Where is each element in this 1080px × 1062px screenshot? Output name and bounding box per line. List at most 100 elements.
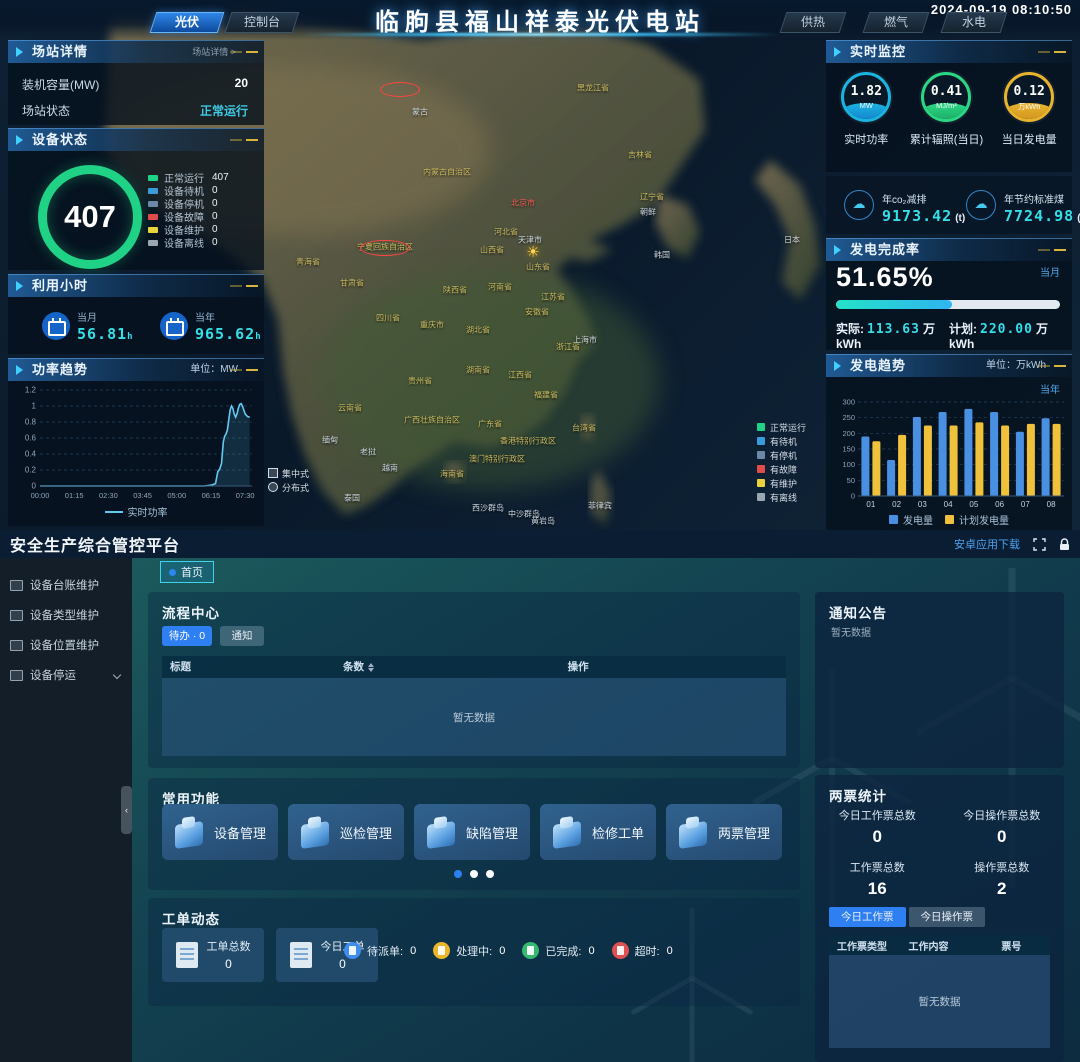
- utilization-hours-panel: 利用小时 当月 56.81h 当年 965.62h: [8, 274, 264, 354]
- tab-gas[interactable]: 燃气: [863, 12, 930, 33]
- function-tiles: 设备管理 巡检管理 缺陷管理 检修工单 两票管理: [162, 804, 782, 860]
- power-trend-chart: 00.20.40.60.811.200:0001:1502:3003:4505:…: [14, 384, 258, 502]
- panel-title: 利用小时: [32, 275, 88, 297]
- tile-maintenance-order[interactable]: 检修工单: [540, 804, 656, 860]
- map-province-label: 越南: [382, 463, 398, 474]
- work-order-total-tile[interactable]: 工单总数0: [162, 928, 264, 982]
- capacity-row: 装机容量(MW) 20: [22, 76, 248, 93]
- status-completed: 已完成:0: [522, 942, 594, 959]
- function-3d-icon: [300, 817, 330, 847]
- map-legend-item: 正常运行: [757, 420, 806, 434]
- status-dot-icon: [344, 942, 361, 959]
- calendar-icon: [42, 312, 70, 340]
- tab-console[interactable]: 控制台: [225, 12, 300, 33]
- generation-legend-label: 发电量: [903, 512, 933, 527]
- panel-title: 发电完成率: [850, 239, 920, 261]
- notice-card: 通知公告 暂无数据: [815, 592, 1064, 768]
- svg-text:07: 07: [1021, 500, 1030, 509]
- tile-two-tickets[interactable]: 两票管理: [666, 804, 782, 860]
- sidebar-item-device-ledger[interactable]: 设备台账维护: [0, 570, 132, 600]
- tile-defect-management[interactable]: 缺陷管理: [414, 804, 530, 860]
- carousel-dot[interactable]: [486, 870, 494, 878]
- completion-rate-panel: 发电完成率 当月 51.65% 实际:113.63万kWh 计划:220.00万…: [826, 238, 1072, 350]
- sidebar-collapse-handle[interactable]: ‹: [121, 786, 132, 834]
- map-province-label: 河南省: [488, 282, 512, 293]
- ticket-table-empty: 暂无数据: [829, 955, 1050, 1048]
- tab-hydro[interactable]: 水电: [941, 12, 1008, 33]
- function-3d-icon: [174, 817, 204, 847]
- map-legend-item: 有待机: [757, 434, 806, 448]
- status-label: 场站状态: [22, 102, 70, 119]
- fullscreen-icon[interactable]: [1033, 538, 1046, 551]
- tab-today-op-ticket[interactable]: 今日操作票: [909, 907, 986, 927]
- map-legend-label: 有故障: [770, 463, 797, 476]
- bar-legend-swatch-yellow: [945, 515, 954, 524]
- map-province-label: 山西省: [480, 245, 504, 256]
- cloud-icon: [966, 190, 996, 220]
- solar-header: 临朐县福山祥泰光伏电站 2024-09-19 08:10:50 光伏 控制台 供…: [0, 0, 1080, 40]
- android-download-link[interactable]: 安卓应用下载: [954, 536, 1020, 552]
- tab-pv[interactable]: 光伏: [150, 12, 225, 33]
- status-dot-icon: [522, 942, 539, 959]
- svg-text:01: 01: [866, 500, 875, 509]
- svg-text:00:00: 00:00: [31, 491, 50, 500]
- station-title: 临朐县福山祥泰光伏电站: [375, 2, 705, 37]
- power-legend-label: 实时功率: [128, 504, 168, 519]
- mode-centralized[interactable]: 集中式: [268, 466, 309, 480]
- tab-heat[interactable]: 供热: [780, 12, 847, 33]
- chevron-down-icon: [113, 671, 121, 679]
- map-province-label: 老挝: [360, 447, 376, 458]
- carousel-dot[interactable]: [454, 870, 462, 878]
- legend-color-swatch: [148, 240, 158, 246]
- svg-text:02: 02: [892, 500, 901, 509]
- notice-button[interactable]: 通知: [220, 626, 264, 646]
- completion-progress-bar: [836, 300, 1060, 309]
- card-title: 流程中心: [162, 602, 220, 622]
- tab-home[interactable]: 首页: [160, 561, 214, 583]
- sidebar-item-device-type[interactable]: 设备类型维护: [0, 600, 132, 630]
- svg-text:0.8: 0.8: [25, 418, 37, 427]
- actual-group: 实际:113.63万kWh: [836, 320, 949, 351]
- gauge-generation: 0.12万kWh 当日发电量: [1002, 72, 1057, 147]
- common-functions-card: 常用功能 设备管理 巡检管理 缺陷管理 检修工单 两票管理: [148, 778, 800, 890]
- station-location-marker[interactable]: ☀: [526, 243, 539, 261]
- hours-value: 56.81: [77, 325, 127, 343]
- trend-period: 当年: [1040, 381, 1060, 396]
- map-province-label: 广西壮族自治区: [404, 415, 460, 426]
- legend-color-swatch: [757, 493, 765, 501]
- status-row: 场站状态 正常运行: [22, 102, 248, 119]
- map-province-label: 广东省: [478, 419, 502, 430]
- lock-icon[interactable]: [1059, 538, 1070, 551]
- year-hours: 当年 965.62h: [160, 308, 262, 344]
- todo-button[interactable]: 待办 · 0: [162, 626, 212, 646]
- carousel-dots: [148, 870, 800, 878]
- tab-today-work-ticket[interactable]: 今日工作票: [829, 907, 906, 927]
- carousel-dot[interactable]: [470, 870, 478, 878]
- map-province-label: 缅甸: [322, 435, 338, 446]
- process-table-header: 标题 条数 操作: [162, 656, 786, 678]
- tile-device-management[interactable]: 设备管理: [162, 804, 278, 860]
- completion-period: 当月: [1040, 264, 1060, 279]
- column-count[interactable]: 条数: [343, 656, 374, 678]
- mode-distributed[interactable]: 分布式: [268, 480, 309, 494]
- coal-saving-stat: 年节约标准煤 7724.98(t): [966, 190, 1080, 226]
- notice-empty: 暂无数据: [831, 624, 871, 639]
- station-detail-link[interactable]: 场站详情 >: [192, 41, 236, 63]
- map-legend-label: 正常运行: [770, 421, 806, 434]
- sidebar-item-device-location[interactable]: 设备位置维护: [0, 630, 132, 660]
- tile-inspection-management[interactable]: 巡检管理: [288, 804, 404, 860]
- hours-label: 当月: [77, 313, 97, 324]
- map-province-label: 日本: [784, 235, 800, 246]
- sidebar-item-device-outage[interactable]: 设备停运: [0, 660, 132, 690]
- legend-color-swatch: [757, 451, 765, 459]
- sort-icon[interactable]: [368, 663, 374, 672]
- capacity-label: 装机容量(MW): [22, 76, 99, 93]
- document-icon: [290, 942, 312, 968]
- completion-values-row: 实际:113.63万kWh 计划:220.00万kWh: [836, 320, 1062, 351]
- map-province-label: 青海省: [296, 257, 320, 268]
- station-detail-panel: 场站详情 场站详情 > 装机容量(MW) 20 场站状态 正常运行: [8, 40, 264, 125]
- svg-text:1.2: 1.2: [25, 386, 37, 395]
- map-legend-item: 有维护: [757, 476, 806, 490]
- map-province-label: 河北省: [494, 227, 518, 238]
- gauge-circle: 1.82MW: [841, 72, 891, 122]
